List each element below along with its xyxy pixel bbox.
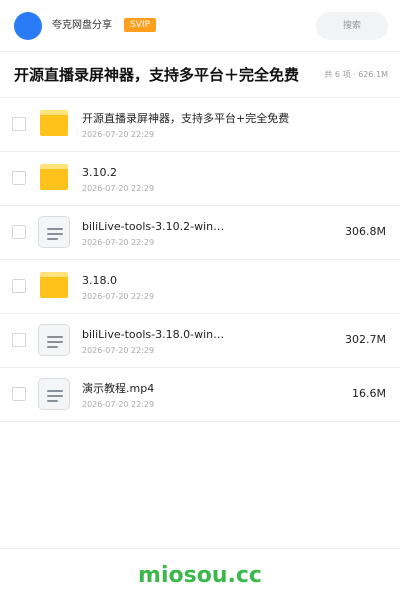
checkbox[interactable] <box>12 279 26 293</box>
file-date: 2026-07-20 22:29 <box>82 346 155 355</box>
svip-badge: SVIP <box>124 18 156 32</box>
checkbox[interactable] <box>12 171 26 185</box>
file-size: 16.6M <box>352 387 386 400</box>
file-date: 2026-07-20 22:29 <box>82 184 155 193</box>
file-date: 2026-07-20 22:29 <box>82 292 155 301</box>
file-date: 2026-07-20 22:29 <box>82 130 155 139</box>
top-bar: 夸克网盘分享 SVIP 搜索 <box>0 0 400 52</box>
share-summary: 共 6 项 · 626.1M <box>324 70 388 79</box>
file-date: 2026-07-20 22:29 <box>82 400 155 409</box>
site-brand[interactable]: miosou.cc <box>0 563 400 589</box>
folder-icon <box>40 164 68 190</box>
file-icon <box>38 216 70 248</box>
folder-icon <box>40 272 68 298</box>
footer: miosou.cc <box>0 548 400 600</box>
file-name[interactable]: biliLive-tools-3.18.0-win… <box>82 328 302 342</box>
share-header: 开源直播录屏神器，支持多平台＋完全免费 共 6 项 · 626.1M <box>0 52 400 98</box>
file-date: 2026-07-20 22:29 <box>82 238 155 247</box>
checkbox[interactable] <box>12 225 26 239</box>
file-name[interactable]: 演示教程.mp4 <box>82 382 302 396</box>
list-item[interactable]: biliLive-tools-3.10.2-win… 2026-07-20 22:… <box>0 206 400 260</box>
list-item[interactable]: 演示教程.mp4 2026-07-20 22:29 16.6M <box>0 368 400 422</box>
avatar[interactable] <box>14 12 42 40</box>
list-item[interactable]: 开源直播录屏神器，支持多平台+完全免费 2026-07-20 22:29 <box>0 98 400 152</box>
list-item[interactable]: 3.10.2 2026-07-20 22:29 <box>0 152 400 206</box>
owner-name[interactable]: 夸克网盘分享 <box>52 19 112 33</box>
file-name[interactable]: biliLive-tools-3.10.2-win… <box>82 220 302 234</box>
checkbox[interactable] <box>12 117 26 131</box>
file-list: 开源直播录屏神器，支持多平台+完全免费 2026-07-20 22:29 3.10.… <box>0 98 400 422</box>
file-size: 306.8M <box>345 225 386 238</box>
file-icon <box>38 324 70 356</box>
folder-icon <box>40 110 68 136</box>
checkbox[interactable] <box>12 333 26 347</box>
page-title: 开源直播录屏神器，支持多平台＋完全免费 <box>14 66 300 84</box>
file-size: 302.7M <box>345 333 386 346</box>
file-icon <box>38 378 70 410</box>
list-item[interactable]: 3.18.0 2026-07-20 22:29 <box>0 260 400 314</box>
file-name[interactable]: 3.10.2 <box>82 166 302 180</box>
file-name[interactable]: 3.18.0 <box>82 274 302 288</box>
search-input[interactable]: 搜索 <box>316 12 388 40</box>
list-item[interactable]: biliLive-tools-3.18.0-win… 2026-07-20 22:… <box>0 314 400 368</box>
checkbox[interactable] <box>12 387 26 401</box>
file-name[interactable]: 开源直播录屏神器，支持多平台+完全免费 <box>82 112 302 126</box>
